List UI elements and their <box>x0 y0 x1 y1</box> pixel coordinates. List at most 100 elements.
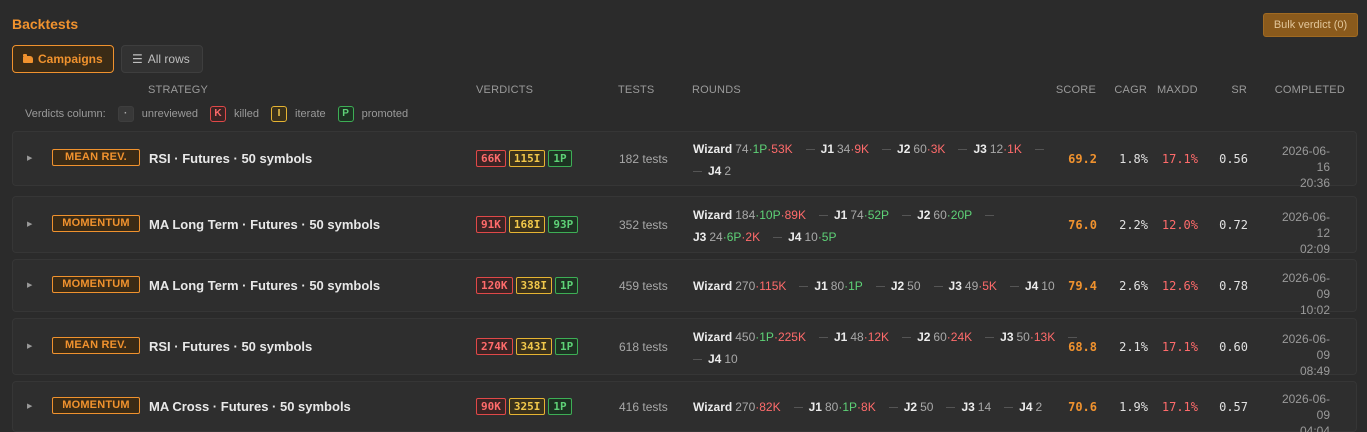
killed-count-badge[interactable]: 66K <box>476 149 506 167</box>
promoted-count-badge[interactable]: 1P <box>548 149 572 167</box>
campaign-row[interactable]: ▶ MOMENTUM MA Long Term · Futures · 50 sym… <box>12 259 1357 317</box>
campaign-row[interactable]: ▶ MEAN REV. RSI · Futures · 50 symbols 274K… <box>12 318 1357 378</box>
score-value: 69.2 <box>1068 151 1097 166</box>
round-item[interactable]: J4 10 <box>1025 275 1055 297</box>
round-promoted: ·1P <box>748 141 768 156</box>
killed-count-badge[interactable]: 91K <box>476 215 506 233</box>
round-count: 10 <box>1041 278 1055 293</box>
completed-timestamp: 2026-06-09 08:49 <box>1273 331 1330 379</box>
campaign-row[interactable]: ▶ MOMENTUM MA Long Term · Futures · 50 sym… <box>12 196 1357 256</box>
promoted-count-badge[interactable]: 1P <box>555 276 579 294</box>
bulk-verdict-button[interactable]: Bulk verdict (0) <box>1263 13 1358 37</box>
round-killed: ·115K <box>755 278 787 293</box>
round-count: 12 <box>989 141 1004 156</box>
strategy-name[interactable]: MA Long Term · Futures · 50 symbols <box>149 278 380 293</box>
round-item[interactable]: Wizard 270·115K <box>693 275 786 297</box>
verdicts-legend: Verdicts column: · unreviewed K killed I… <box>25 105 412 122</box>
round-item[interactable]: J4 2 <box>1019 396 1042 418</box>
round-item[interactable]: J1 34·9K <box>821 138 869 160</box>
round-item[interactable]: J2 60·3K <box>897 138 945 160</box>
column-header-verdicts[interactable]: VERDICTS <box>476 84 533 96</box>
round-item[interactable]: J3 50·13K <box>1000 326 1055 348</box>
iterate-count-badge[interactable]: 343I <box>515 337 552 355</box>
completed-date: 2026-06-09 <box>1281 270 1330 301</box>
expand-caret-icon[interactable]: ▶ <box>27 154 32 162</box>
promoted-badge: P <box>337 105 354 122</box>
column-header-score[interactable]: SCORE <box>1046 84 1096 96</box>
round-item[interactable]: J3 14 <box>961 396 991 418</box>
round-name: J1 <box>814 278 828 293</box>
cagr-value: 1.8% <box>1119 151 1148 166</box>
promoted-count-badge[interactable]: 93P <box>548 215 579 233</box>
iterate-count-badge[interactable]: 115I <box>508 149 546 167</box>
maxdd-value: 17.1% <box>1161 339 1198 354</box>
round-item[interactable]: J1 80·1P <box>814 275 862 297</box>
expand-caret-icon[interactable]: ▶ <box>27 402 32 410</box>
round-item[interactable]: J2 60·20P <box>917 204 972 226</box>
round-item[interactable]: J1 80·1P·8K <box>809 396 876 418</box>
round-killed: ·1K <box>1003 141 1022 156</box>
round-item[interactable]: J4 10 <box>708 348 738 370</box>
column-header-rounds[interactable]: ROUNDS <box>692 84 741 96</box>
rounds-line: Wizard 184·10P·89K J1 74·52P J2 60·20P <box>693 204 1053 226</box>
column-header-completed[interactable]: COMPLETED <box>1270 84 1345 96</box>
expand-caret-icon[interactable]: ▶ <box>27 281 32 289</box>
column-header-maxdd[interactable]: MAXDD <box>1157 84 1198 96</box>
round-item[interactable]: J2 50 <box>904 396 934 418</box>
expand-caret-icon[interactable]: ▶ <box>27 342 32 350</box>
round-item[interactable]: J1 74·52P <box>834 204 889 226</box>
round-item[interactable]: Wizard 184·10P·89K <box>693 204 806 226</box>
strategy-name[interactable]: RSI · Futures · 50 symbols <box>149 151 312 166</box>
strategy-name[interactable]: RSI · Futures · 50 symbols <box>149 339 312 354</box>
round-separator <box>799 285 809 287</box>
strategy-name[interactable]: MA Cross · Futures · 50 symbols <box>149 399 351 414</box>
round-item[interactable]: Wizard 270·82K <box>693 396 781 418</box>
round-separator <box>1004 406 1014 408</box>
promoted-count-badge[interactable]: 1P <box>548 397 572 415</box>
strategy-tag: MEAN REV. <box>52 336 140 354</box>
round-separator <box>958 148 968 150</box>
round-promoted: ·20P <box>946 207 973 222</box>
round-item[interactable]: J2 50 <box>891 275 921 297</box>
iterate-count-badge[interactable]: 325I <box>508 397 546 415</box>
column-header-tests[interactable]: TESTS <box>618 84 654 96</box>
round-name: J3 <box>973 141 987 156</box>
column-header-strategy[interactable]: STRATEGY <box>148 84 208 96</box>
strategy-name[interactable]: MA Long Term · Futures · 50 symbols <box>149 217 380 232</box>
killed-count-badge[interactable]: 274K <box>476 337 513 355</box>
iterate-count-badge[interactable]: 168I <box>508 215 546 233</box>
round-count: 184 <box>735 207 756 222</box>
round-promoted: ·10P <box>755 207 781 222</box>
round-item[interactable]: J3 49·5K <box>949 275 997 297</box>
round-name: J1 <box>833 207 848 222</box>
killed-badge: K <box>209 105 226 122</box>
tab-label: All rows <box>147 52 190 66</box>
round-item[interactable]: Wizard 450·1P·225K <box>693 326 806 348</box>
campaign-row[interactable]: ▶ MOMENTUM MA Cross · Futures · 50 symbols… <box>12 381 1357 432</box>
round-item[interactable]: J2 60·24K <box>917 326 972 348</box>
column-header-sr[interactable]: SR <box>1220 84 1247 96</box>
round-item[interactable]: J4 10·5P <box>788 226 836 248</box>
round-item[interactable]: J3 24·6P·2K <box>693 226 760 248</box>
page-title: Backtests <box>12 16 79 32</box>
round-name: Wizard <box>693 329 733 344</box>
expand-caret-icon[interactable]: ▶ <box>27 220 32 228</box>
round-count: 60 <box>933 329 947 344</box>
round-item[interactable]: J3 12·1K <box>973 138 1021 160</box>
rounds-summary: Wizard 74·1P·53K J1 34·9K J2 60·3K J3 12·1K J4 2 <box>693 138 1053 182</box>
round-name: Wizard <box>693 278 733 293</box>
campaign-row[interactable]: ▶ MEAN REV. RSI · Futures · 50 symbols 66K 1… <box>12 131 1357 190</box>
round-item[interactable]: Wizard 74·1P·53K <box>693 138 793 160</box>
round-promoted: ·1P <box>755 329 774 344</box>
cagr-value: 2.2% <box>1119 217 1148 232</box>
killed-count-badge[interactable]: 90K <box>476 397 506 415</box>
column-header-cagr[interactable]: CAGR <box>1106 84 1147 96</box>
tab-all-rows[interactable]: ☰ All rows <box>121 45 203 73</box>
tab-campaigns[interactable]: Campaigns <box>12 45 114 73</box>
round-item[interactable]: J1 48·12K <box>834 326 889 348</box>
round-name: J2 <box>897 141 911 156</box>
iterate-count-badge[interactable]: 338I <box>515 276 552 294</box>
promoted-count-badge[interactable]: 1P <box>555 337 579 355</box>
round-item[interactable]: J4 2 <box>708 160 731 182</box>
killed-count-badge[interactable]: 120K <box>476 276 513 294</box>
